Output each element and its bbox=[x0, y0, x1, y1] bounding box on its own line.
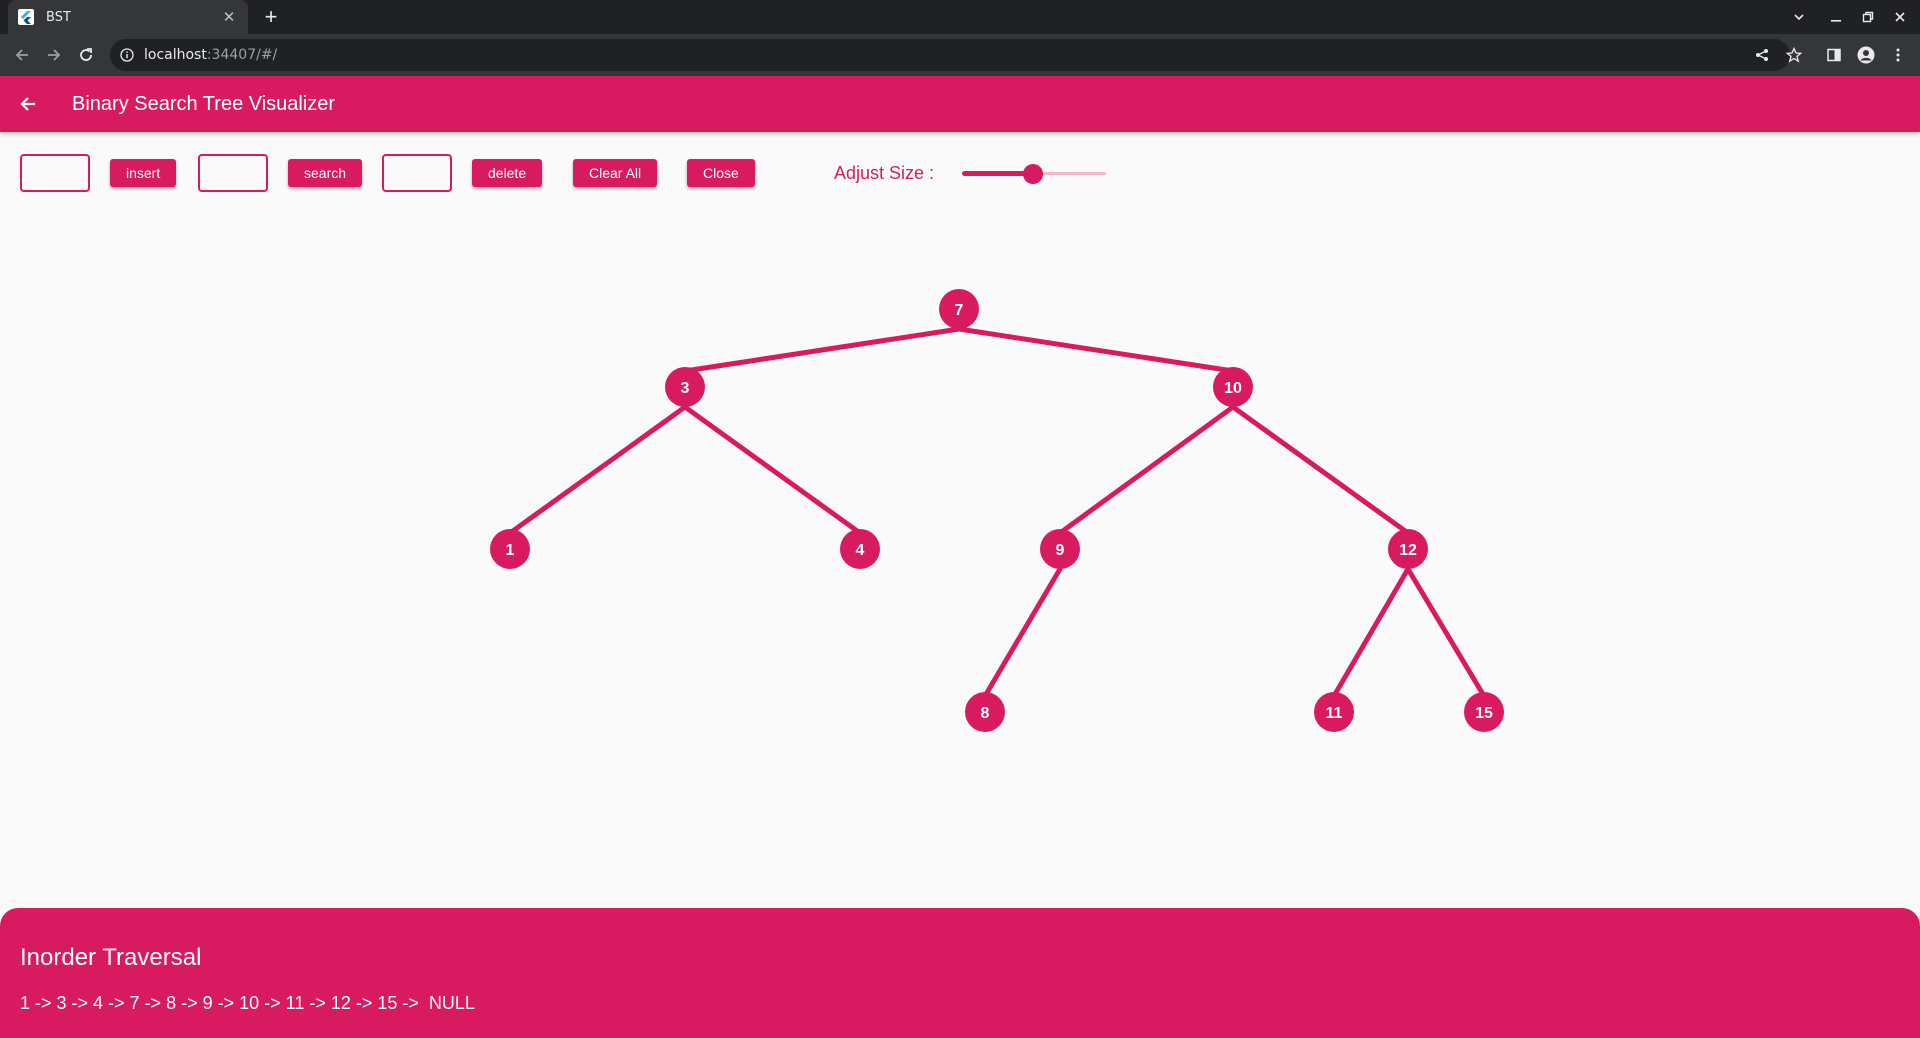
delete-value-input[interactable] bbox=[382, 154, 452, 192]
info-icon[interactable] bbox=[120, 48, 134, 62]
delete-button[interactable]: delete bbox=[472, 159, 543, 187]
tree-node-9[interactable]: 9 bbox=[1040, 529, 1080, 569]
tree-edge-3-1 bbox=[507, 404, 688, 536]
new-tab-icon[interactable]: + bbox=[258, 4, 284, 30]
forward-icon[interactable] bbox=[40, 41, 68, 69]
reload-icon[interactable] bbox=[72, 41, 100, 69]
profile-icon[interactable] bbox=[1852, 41, 1880, 69]
bst-tree-canvas: 7 3 10 1 4 9 12 8 11 15 bbox=[490, 289, 1504, 732]
tree-node-label: 12 bbox=[1399, 542, 1417, 559]
close-button[interactable]: Close bbox=[687, 159, 755, 187]
tree-edge-7-3 bbox=[682, 326, 962, 374]
tree-node-label: 10 bbox=[1224, 380, 1242, 397]
address-bar[interactable]: localhost:34407/#/ bbox=[110, 39, 1790, 71]
restore-icon[interactable] bbox=[1852, 0, 1884, 34]
slider-thumb[interactable] bbox=[1022, 164, 1043, 184]
adjust-size-label: Adjust Size : bbox=[834, 163, 935, 183]
tree-node-label: 9 bbox=[1056, 542, 1065, 559]
flutter-icon bbox=[18, 9, 34, 25]
clear-all-button[interactable]: Clear All bbox=[573, 159, 658, 187]
close-window-icon[interactable] bbox=[1884, 0, 1916, 34]
tree-edge-10-9 bbox=[1057, 404, 1236, 536]
tree-node-label: 15 bbox=[1475, 705, 1493, 722]
edge-layer bbox=[507, 326, 1487, 699]
tree-node-8[interactable]: 8 bbox=[965, 692, 1005, 732]
side-panel-icon[interactable] bbox=[1820, 41, 1848, 69]
tree-node-1[interactable]: 1 bbox=[490, 529, 530, 569]
tree-node-label: 11 bbox=[1326, 705, 1343, 722]
traversal-title: Inorder Traversal bbox=[20, 944, 202, 971]
tree-node-7[interactable]: 7 bbox=[939, 289, 979, 329]
browser-toolbar: localhost:34407/#/ bbox=[0, 34, 1920, 76]
app-bar: Binary Search Tree Visualizer bbox=[0, 76, 1920, 132]
insert-value-input[interactable] bbox=[20, 154, 90, 192]
bookmark-star-icon[interactable] bbox=[1780, 41, 1808, 69]
tree-node-label: 8 bbox=[981, 705, 990, 722]
tree-edge-9-8 bbox=[982, 566, 1063, 699]
traversal-sequence: 1 -> 3 -> 4 -> 7 -> 8 -> 9 -> 10 -> 11 -… bbox=[20, 993, 475, 1013]
tree-node-3[interactable]: 3 bbox=[665, 367, 705, 407]
tree-edge-12-15 bbox=[1405, 566, 1487, 699]
tree-edge-12-11 bbox=[1331, 566, 1411, 699]
browser-tab-strip: BST ✕ + bbox=[0, 0, 1920, 34]
url-host: localhost bbox=[144, 47, 207, 63]
tree-node-label: 7 bbox=[955, 302, 964, 319]
slider-active-track bbox=[962, 171, 1033, 176]
url-path: :34407/#/ bbox=[206, 47, 278, 63]
tree-edge-7-10 bbox=[956, 326, 1236, 374]
back-arrow-icon[interactable] bbox=[14, 90, 42, 118]
tree-edge-10-12 bbox=[1230, 404, 1411, 536]
tree-node-11[interactable]: 11 bbox=[1314, 692, 1354, 732]
browser-tab[interactable]: BST ✕ bbox=[8, 0, 248, 34]
tree-node-label: 1 bbox=[506, 542, 515, 559]
tab-search-icon[interactable] bbox=[1783, 0, 1815, 34]
back-icon[interactable] bbox=[8, 41, 36, 69]
traversal-panel: Inorder Traversal 1 -> 3 -> 4 -> 7 -> 8 … bbox=[0, 908, 1920, 1038]
tree-edge-3-4 bbox=[682, 404, 863, 536]
page-title: Binary Search Tree Visualizer bbox=[72, 93, 336, 115]
controls-row: insert search delete Clear All Close Adj… bbox=[0, 152, 1920, 194]
menu-kebab-icon[interactable] bbox=[1884, 41, 1912, 69]
share-icon[interactable] bbox=[1748, 41, 1776, 69]
tab-title: BST bbox=[46, 9, 71, 25]
tree-node-4[interactable]: 4 bbox=[840, 529, 880, 569]
close-tab-icon[interactable]: ✕ bbox=[220, 8, 238, 26]
tree-node-12[interactable]: 12 bbox=[1388, 529, 1428, 569]
search-button[interactable]: search bbox=[288, 159, 363, 187]
tree-node-label: 3 bbox=[681, 380, 690, 397]
search-value-input[interactable] bbox=[198, 154, 268, 192]
tree-node-10[interactable]: 10 bbox=[1213, 367, 1253, 407]
tree-node-15[interactable]: 15 bbox=[1464, 692, 1504, 732]
insert-button[interactable]: insert bbox=[110, 159, 177, 187]
minimize-icon[interactable] bbox=[1820, 0, 1852, 34]
size-slider[interactable] bbox=[962, 160, 1106, 188]
tree-node-label: 4 bbox=[856, 542, 865, 559]
